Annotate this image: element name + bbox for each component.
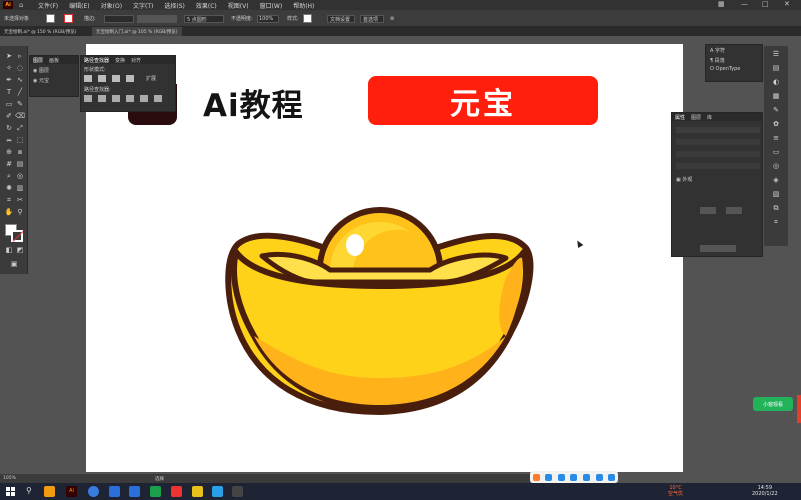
weather-widget[interactable]: 10°C 空气优 [668, 485, 683, 497]
glyph-label: 段落 [714, 58, 725, 64]
tab-layers[interactable]: 图层 [33, 57, 43, 64]
merge-icon[interactable] [112, 95, 120, 102]
expand-button[interactable]: 扩展 [146, 75, 156, 82]
crop-icon[interactable] [126, 95, 134, 102]
taskbar-app-8[interactable] [192, 486, 203, 497]
taskbar-browser[interactable] [88, 486, 99, 497]
tab-properties[interactable]: 属性 [675, 114, 685, 121]
unite-icon[interactable] [84, 75, 92, 82]
layer-row[interactable]: ◉ 图层 [30, 64, 78, 77]
taskbar-app-4[interactable] [109, 486, 120, 497]
taskbar-app-5[interactable] [129, 486, 140, 497]
taskbar-app-10[interactable] [232, 486, 243, 497]
tab-layers[interactable]: 图层 [691, 114, 701, 121]
status-bar: 105% 选择 [0, 474, 530, 483]
current-tool-readout: 选择 [155, 477, 164, 482]
pathfinder-panel: 路径查找器 变换 对齐 形状模式: 扩展 路径查找器: [80, 55, 176, 112]
shape-modes-label: 形状模式: [84, 67, 106, 73]
pen-annotate-icon[interactable] [545, 473, 553, 481]
opacity-slider[interactable] [700, 245, 736, 252]
zoom-readout[interactable]: 105% [3, 476, 16, 481]
clock[interactable]: 14:59 2020/1/22 [752, 485, 778, 497]
pathfinders-section: 路径查找器: [81, 84, 175, 104]
glyph-row[interactable]: A 字符 [706, 45, 762, 56]
pip-button[interactable]: 小窗观看 [753, 397, 793, 411]
layers-panel: 图层 画板 ◉ 图层 ◉ 元宝 [29, 55, 79, 97]
appearance-section: ▣ 外观 [676, 176, 692, 183]
property-row [676, 127, 760, 133]
divide-icon[interactable] [84, 95, 92, 102]
taskbar-app-6[interactable] [150, 486, 161, 497]
camera-icon[interactable] [595, 473, 603, 481]
taskbar-app-9[interactable] [212, 486, 223, 497]
glyph-panel: A 字符 ¶ 段落 O OpenType [705, 44, 763, 82]
property-row [676, 139, 760, 145]
shape-annotate-icon[interactable] [570, 473, 578, 481]
text-annotate-icon[interactable] [557, 473, 565, 481]
recorder-toolbar [530, 471, 618, 483]
glyph-label: 字符 [715, 48, 726, 54]
layer-name: 元宝 [38, 78, 49, 84]
recorder-icon[interactable] [532, 473, 540, 481]
properties-panel: 属性 图层 库 ▣ 外观 [671, 112, 763, 257]
minus-back-icon[interactable] [154, 95, 162, 102]
panel-header: 图层 画板 [30, 56, 78, 64]
clock-date: 2020/1/22 [752, 491, 778, 497]
tab-transform[interactable]: 变换 [115, 57, 125, 64]
swatches-dock-icon[interactable]: ▦ [771, 92, 781, 101]
property-row [676, 151, 760, 157]
pathfinders-label: 路径查找器: [84, 87, 111, 93]
shape-modes-section: 形状模式: 扩展 [81, 64, 175, 84]
trim-icon[interactable] [98, 95, 106, 102]
appearance-label: 外观 [682, 177, 693, 183]
tab-align[interactable]: 对齐 [131, 57, 141, 64]
right-dock: ☰ ▤ ◐ ▦ ✎ ✿ ≡ ▭ ◎ ◈ ▧ ⧉ ⌗ [764, 46, 788, 246]
tab-artboards[interactable]: 画板 [49, 57, 59, 64]
stroke-field[interactable] [726, 207, 742, 214]
ingot-highlight [346, 234, 364, 256]
tab-pathfinder[interactable]: 路径查找器 [84, 57, 109, 64]
vertical-scrollbar[interactable] [797, 395, 801, 423]
graphic-styles-dock-icon[interactable]: ▧ [771, 190, 781, 199]
fill-field[interactable] [700, 207, 716, 214]
glyph-row[interactable]: O OpenType [706, 65, 762, 73]
appearance-dock-icon[interactable]: ◈ [771, 176, 781, 185]
windows-start-icon[interactable] [6, 487, 15, 496]
libraries-dock-icon[interactable]: ▤ [771, 64, 781, 73]
taskbar-illustrator[interactable]: Ai [66, 486, 77, 497]
color-dock-icon[interactable]: ◐ [771, 78, 781, 87]
property-row [676, 163, 760, 169]
glyph-row[interactable]: ¶ 段落 [706, 56, 762, 65]
gradient-dock-icon[interactable]: ▭ [771, 148, 781, 157]
tab-libraries[interactable]: 库 [707, 114, 712, 121]
intersect-icon[interactable] [112, 75, 120, 82]
artboards-dock-icon[interactable]: ⌗ [771, 218, 781, 227]
minus-front-icon[interactable] [98, 75, 106, 82]
stroke-dock-icon[interactable]: ≡ [771, 134, 781, 143]
glyph-label: OpenType [715, 66, 741, 72]
panel-header: 路径查找器 变换 对齐 [81, 56, 175, 64]
panel-header: 属性 图层 库 [672, 113, 762, 121]
layer-row[interactable]: ◉ 元宝 [30, 77, 78, 84]
layer-name: 图层 [38, 68, 49, 74]
symbols-dock-icon[interactable]: ✿ [771, 120, 781, 129]
taskbar-app-7[interactable] [171, 486, 182, 497]
weather-note: 空气优 [668, 491, 684, 497]
search-icon[interactable]: ⚲ [26, 486, 32, 495]
brushes-dock-icon[interactable]: ✎ [771, 106, 781, 115]
arrow-annotate-icon[interactable] [583, 473, 591, 481]
settings-icon[interactable] [608, 473, 616, 481]
pip-label: 小窗观看 [762, 401, 783, 408]
taskbar-app-1[interactable] [44, 486, 55, 497]
properties-dock-icon[interactable]: ☰ [771, 50, 781, 59]
outline-icon[interactable] [140, 95, 148, 102]
windows-taskbar: ⚲ Ai 10°C 空气优 14:59 2020/1/22 [0, 483, 801, 500]
transparency-dock-icon[interactable]: ◎ [771, 162, 781, 171]
exclude-icon[interactable] [126, 75, 134, 82]
layers-dock-icon[interactable]: ⧉ [771, 204, 781, 213]
